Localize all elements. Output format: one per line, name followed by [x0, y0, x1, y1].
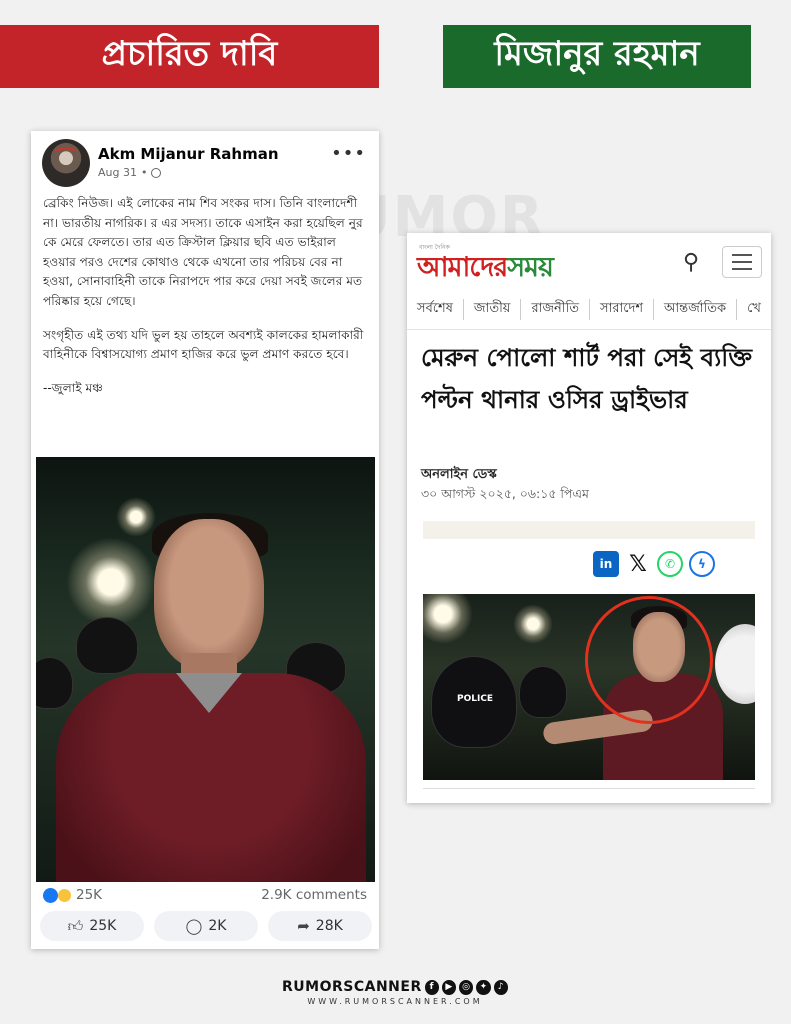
avatar[interactable] [42, 139, 90, 187]
comment-button[interactable]: ◯ 2K [154, 911, 258, 941]
youtube-icon[interactable]: ▶ [441, 979, 457, 995]
x-share-icon[interactable]: 𝕏 [625, 551, 651, 577]
share-button[interactable]: ➦ 28K [268, 911, 372, 941]
person-name-banner: মিজানুর রহমান [443, 25, 751, 88]
tiktok-icon[interactable]: ♪ [493, 979, 508, 995]
search-icon[interactable]: ⚲ [683, 250, 699, 275]
divider [407, 329, 771, 330]
like-button[interactable]: 👍︎ 25K [40, 911, 144, 941]
post-date[interactable]: Aug 31 [98, 166, 137, 179]
logo-part-1: আমাদের [417, 252, 508, 283]
ad-placeholder [423, 521, 755, 539]
footer: RUMORSCANNER f ▶ ◎ ✦ ♪ WWW.RUMORSCANNER.… [282, 979, 508, 1006]
instagram-icon[interactable]: ◎ [459, 979, 474, 995]
megaphone [715, 624, 755, 704]
post-text: ব্রেকিং নিউজ। এই লোকের নাম শিব সংকর দাস।… [43, 194, 369, 412]
facebook-post-card: Akm Mijanur Rahman Aug 31 • ••• ব্রেকিং … [31, 131, 379, 949]
highlight-circle [585, 596, 713, 724]
facebook-icon[interactable]: f [424, 979, 439, 995]
post-photo[interactable] [36, 457, 375, 882]
comment-icon: ◯ [185, 917, 203, 935]
messenger-share-icon[interactable]: ϟ [689, 551, 715, 577]
like-count: 25K [89, 918, 117, 934]
reactions-summary[interactable]: 25K [43, 887, 102, 903]
comment-count: 2K [208, 918, 227, 934]
comments-count[interactable]: 2.9K comments [261, 887, 367, 903]
meta-separator: • [140, 166, 148, 179]
linkedin-share-icon[interactable]: in [593, 551, 619, 577]
share-count: 28K [315, 918, 343, 934]
nav-item-national[interactable]: জাতীয় [464, 298, 522, 320]
category-nav: সর্বশেষ জাতীয় রাজনীতি সারাদেশ আন্তর্জাত… [407, 291, 771, 327]
nav-item-countrywide[interactable]: সারাদেশ [590, 298, 655, 320]
news-logo[interactable]: আমাদেরসময় [417, 247, 554, 292]
post-actions: 👍︎ 25K ◯ 2K ➦ 28K [40, 911, 372, 941]
thumbs-up-icon: 👍︎ [67, 916, 84, 935]
photo-helmet [36, 657, 73, 709]
photo-face [154, 519, 264, 669]
post-author-name[interactable]: Akm Mijanur Rahman [98, 145, 279, 163]
brand-name: RUMORSCANNER [282, 979, 422, 995]
article-author[interactable]: অনলাইন ডেস্ক [421, 465, 497, 486]
like-reaction-icon [43, 887, 58, 903]
photo-light [423, 594, 473, 644]
brand-row: RUMORSCANNER f ▶ ◎ ✦ ♪ [282, 979, 508, 995]
website-url[interactable]: WWW.RUMORSCANNER.COM [282, 997, 508, 1006]
police-helmet-text: POLICE [457, 694, 494, 704]
article-headline: মেরুন পোলো শার্ট পরা সেই ব্যক্তি পল্টন থ… [421, 343, 753, 414]
photo-light [116, 497, 156, 537]
reactions-count: 25K [76, 887, 103, 903]
nav-item-latest[interactable]: সর্বশেষ [407, 298, 464, 320]
twitter-icon[interactable]: ✦ [476, 979, 491, 995]
logo-part-2: সময় [507, 252, 554, 283]
photo-helmet [76, 617, 138, 674]
sad-reaction-icon [57, 887, 72, 903]
photo-light [513, 604, 553, 644]
divider [423, 788, 755, 789]
more-options-icon[interactable]: ••• [331, 143, 366, 164]
nav-item-international[interactable]: আন্তর্জাতিক [654, 298, 738, 320]
share-bar: f in 𝕏 ✆ ϟ [593, 551, 715, 708]
nav-item-sports[interactable]: খে [737, 299, 771, 320]
post-paragraph: ব্রেকিং নিউজ। এই লোকের নাম শিব সংকর দাস।… [43, 196, 363, 308]
news-article-card: বাংলা দৈনিক আমাদেরসময় ⚲ সর্বশেষ জাতীয় … [407, 233, 771, 803]
post-stats: 25K 2.9K comments [43, 887, 367, 903]
globe-icon [151, 167, 162, 178]
post-signature: --জুলাই মঞ্চ [43, 380, 103, 395]
claim-banner: প্রচারিত দাবি [0, 25, 379, 88]
article-date: ৩০ আগস্ট ২০২৫, ০৬:১৫ পিএম [421, 486, 589, 501]
article-photo[interactable]: POLICE [423, 594, 755, 780]
nav-item-politics[interactable]: রাজনীতি [521, 298, 590, 320]
post-paragraph: সংগৃহীত এই তথ্য যদি ভুল হয় তাহলে অবশ্যই… [43, 327, 364, 362]
photo-light [66, 537, 156, 627]
whatsapp-share-icon[interactable]: ✆ [657, 551, 683, 577]
hamburger-menu-icon[interactable] [722, 246, 762, 278]
photo-helmet [519, 666, 567, 718]
post-meta: Aug 31 • [98, 166, 162, 179]
share-arrow-icon: ➦ [297, 917, 310, 935]
